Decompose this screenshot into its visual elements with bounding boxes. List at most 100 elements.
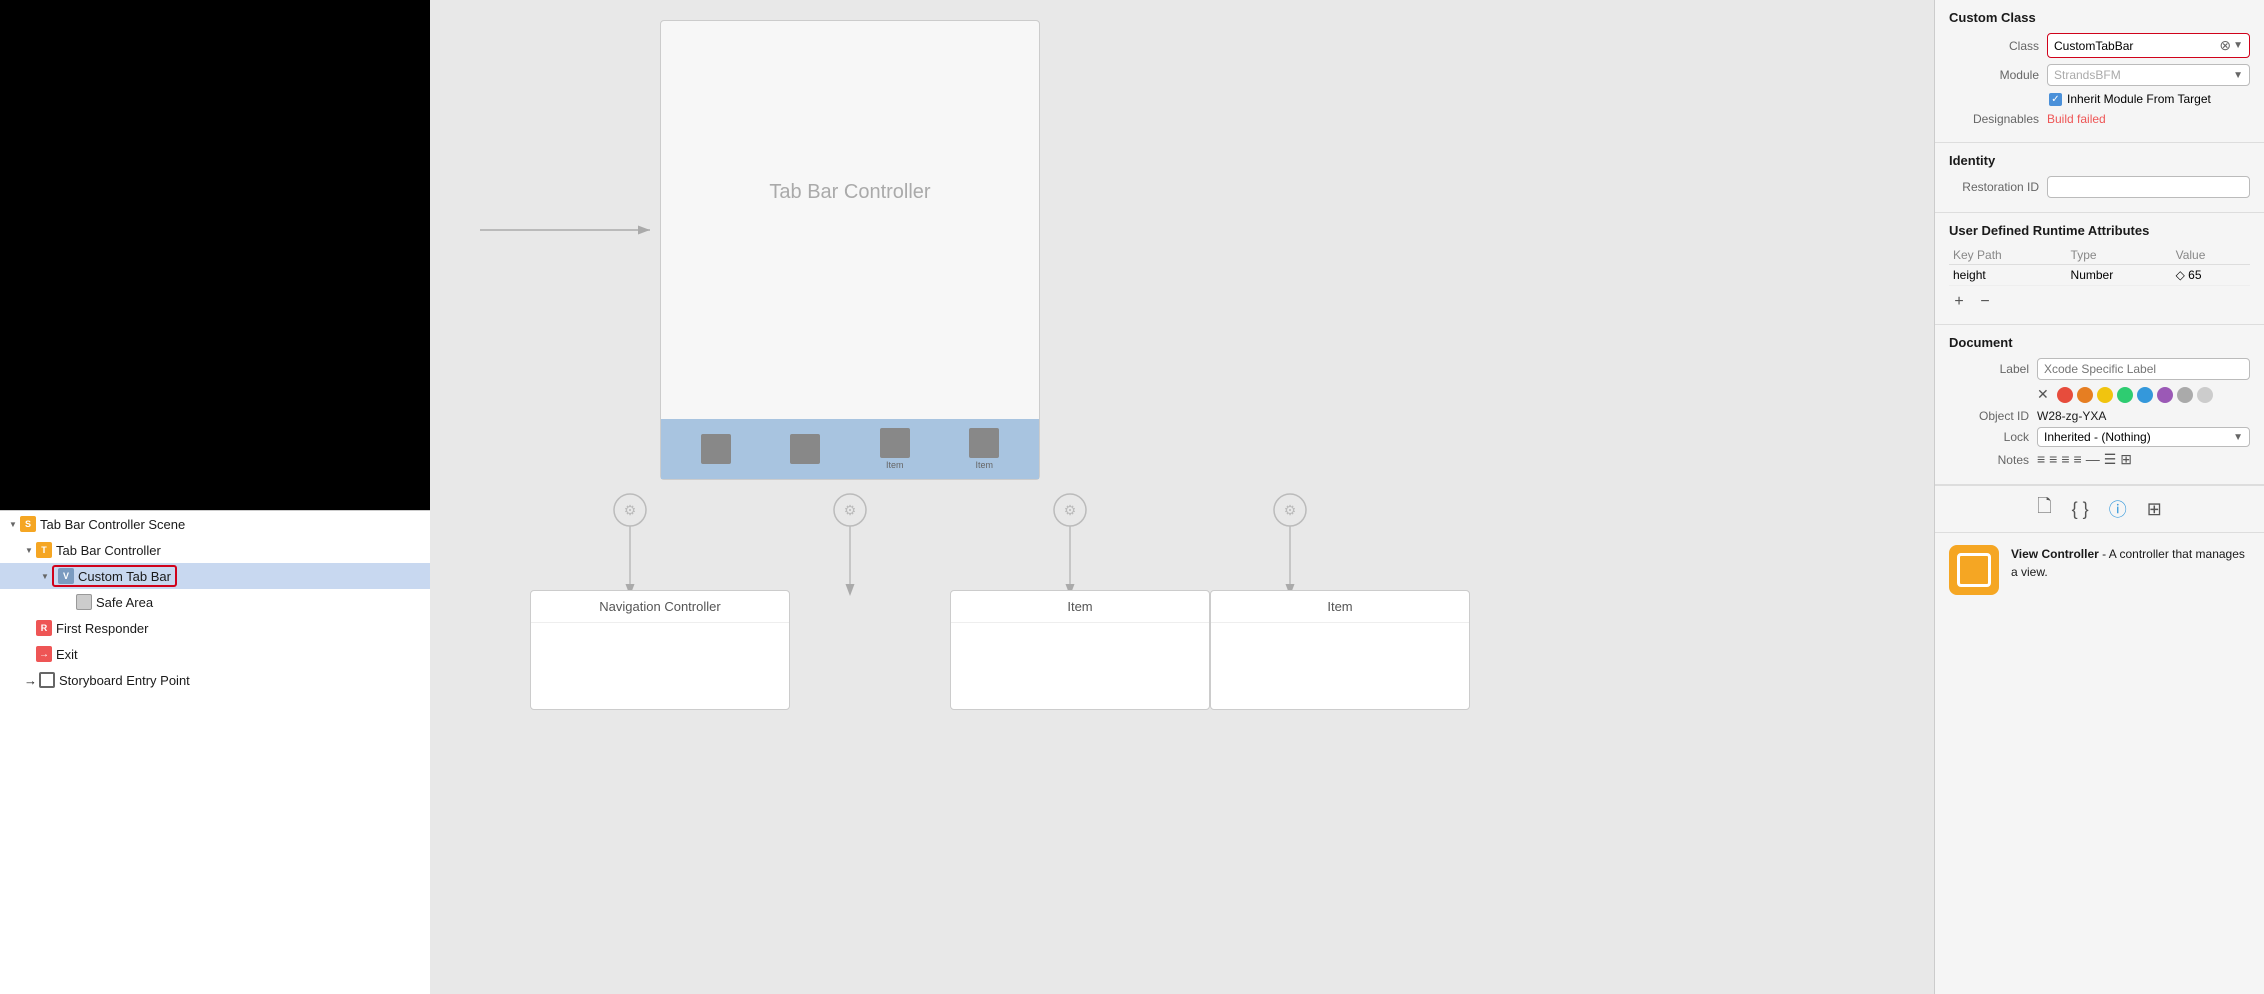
identity-section: Identity Restoration ID bbox=[1935, 143, 2264, 213]
color-orange[interactable] bbox=[2077, 387, 2093, 403]
outline-item-first-responder[interactable]: R First Responder bbox=[0, 615, 430, 641]
outline-item-entry-point[interactable]: → Storyboard Entry Point bbox=[0, 667, 430, 693]
code-icon[interactable]: { } bbox=[2072, 499, 2089, 520]
tab-label-4: Item bbox=[975, 460, 993, 470]
safe-area-icon bbox=[76, 594, 92, 610]
tabbar-label: Tab Bar Controller bbox=[56, 543, 161, 558]
identity-title: Identity bbox=[1949, 153, 2250, 168]
exit-icon: → bbox=[36, 646, 52, 662]
module-row: Module StrandsBFM ▼ bbox=[1949, 64, 2250, 86]
controller-box-item2: Item bbox=[1210, 590, 1470, 710]
label-lbl: Label bbox=[1949, 362, 2029, 376]
document-title: Document bbox=[1949, 335, 2250, 350]
custom-class-title: Custom Class bbox=[1949, 10, 2250, 25]
file-icon[interactable]: 🗋 bbox=[2037, 494, 2051, 524]
color-purple[interactable] bbox=[2157, 387, 2173, 403]
item2-controller-title: Item bbox=[1211, 591, 1469, 622]
tab-bar-controller-title: Tab Bar Controller bbox=[661, 21, 1039, 204]
attr-table: Key Path Type Value height Number ◇ 65 bbox=[1949, 246, 2250, 286]
doc-label-input[interactable] bbox=[2037, 358, 2250, 380]
svg-text:⚙: ⚙ bbox=[1284, 502, 1297, 518]
tab-label-3: Item bbox=[886, 460, 904, 470]
color-yellow[interactable] bbox=[2097, 387, 2113, 403]
attr-row-height: height Number ◇ 65 bbox=[1949, 265, 2250, 286]
outline-item-scene[interactable]: S Tab Bar Controller Scene bbox=[0, 511, 430, 537]
color-red[interactable] bbox=[2057, 387, 2073, 403]
outline-panel: S Tab Bar Controller Scene T Tab Bar Con… bbox=[0, 510, 430, 994]
outline-item-custom-tab-bar[interactable]: V Custom Tab Bar bbox=[0, 563, 430, 589]
tab-item-1 bbox=[701, 434, 731, 464]
triangle-responder bbox=[24, 623, 34, 633]
notes-row: Notes ≡ ≡ ≡ ≡ — ☰ ⊞ bbox=[1949, 451, 2250, 468]
class-clear-btn[interactable]: ⊗ bbox=[2219, 37, 2231, 54]
nav-controller-body bbox=[531, 622, 789, 709]
color-circles-row: ✕ bbox=[1949, 386, 2250, 403]
remove-attr-btn[interactable]: − bbox=[1975, 292, 1995, 312]
object-id-value: W28-zg-YXA bbox=[2037, 409, 2250, 423]
notes-align-center[interactable]: ≡ bbox=[2049, 451, 2057, 468]
right-panel: Custom Class Class CustomTabBar ⊗ ▼ Modu… bbox=[1934, 0, 2264, 994]
selected-outline-box: V Custom Tab Bar bbox=[52, 565, 177, 587]
svg-text:⚙: ⚙ bbox=[624, 502, 637, 518]
lock-value: Inherited - (Nothing) bbox=[2044, 430, 2151, 444]
triangle-exit bbox=[24, 649, 34, 659]
center-canvas: Tab Bar Controller Item Item ⚙ ⚙ bbox=[430, 0, 1934, 994]
triangle-scene bbox=[8, 519, 18, 529]
lock-dropdown-arrow[interactable]: ▼ bbox=[2233, 432, 2243, 443]
color-blue[interactable] bbox=[2137, 387, 2153, 403]
tab-bar: Item Item bbox=[661, 419, 1039, 479]
color-x-icon[interactable]: ✕ bbox=[2037, 386, 2049, 403]
grid-icon[interactable]: ⊞ bbox=[2147, 499, 2162, 520]
notes-align-right[interactable]: ≡ bbox=[2061, 451, 2069, 468]
item2-controller-body bbox=[1211, 622, 1469, 709]
color-green[interactable] bbox=[2117, 387, 2133, 403]
module-value: StrandsBFM bbox=[2054, 68, 2121, 82]
color-gray[interactable] bbox=[2177, 387, 2193, 403]
triangle-safe-area bbox=[64, 597, 74, 607]
runtime-attrs-title: User Defined Runtime Attributes bbox=[1949, 223, 2250, 238]
notes-list[interactable]: ☰ bbox=[2104, 451, 2117, 468]
module-dropdown-arrow[interactable]: ▼ bbox=[2233, 70, 2243, 81]
entry-point-icon bbox=[39, 672, 55, 688]
col-value: Value bbox=[2172, 246, 2250, 265]
tab-icon-4 bbox=[969, 428, 999, 458]
module-input[interactable]: StrandsBFM ▼ bbox=[2047, 64, 2250, 86]
view-controller-icon bbox=[1949, 545, 1999, 595]
tab-item-4: Item bbox=[969, 428, 999, 470]
item-controller-body bbox=[951, 622, 1209, 709]
notes-numbered-list[interactable]: ⊞ bbox=[2120, 451, 2132, 468]
canvas-preview bbox=[0, 0, 430, 510]
triangle-tabbar bbox=[24, 545, 34, 555]
tab-item-3: Item bbox=[880, 428, 910, 470]
notes-align-left[interactable]: ≡ bbox=[2037, 451, 2045, 468]
build-failed-value: Build failed bbox=[2047, 112, 2106, 126]
svg-text:⚙: ⚙ bbox=[1064, 502, 1077, 518]
custom-class-section: Custom Class Class CustomTabBar ⊗ ▼ Modu… bbox=[1935, 0, 2264, 143]
class-value: CustomTabBar bbox=[2054, 39, 2133, 53]
color-light-gray[interactable] bbox=[2197, 387, 2213, 403]
outline-item-tabbar[interactable]: T Tab Bar Controller bbox=[0, 537, 430, 563]
outline-item-exit[interactable]: → Exit bbox=[0, 641, 430, 667]
arrow-svg bbox=[480, 215, 660, 245]
add-attr-btn[interactable]: + bbox=[1949, 292, 1969, 312]
item-controller-title: Item bbox=[951, 591, 1209, 622]
object-id-label: Object ID bbox=[1949, 409, 2029, 423]
col-type: Type bbox=[2067, 246, 2172, 265]
inherit-checkbox[interactable] bbox=[2049, 93, 2062, 106]
class-stepper[interactable]: ⊗ ▼ bbox=[2219, 37, 2243, 54]
scene-icon: S bbox=[20, 516, 36, 532]
safe-area-label: Safe Area bbox=[96, 595, 153, 610]
restoration-id-input[interactable] bbox=[2047, 176, 2250, 198]
class-dropdown-arrow[interactable]: ▼ bbox=[2233, 40, 2243, 51]
class-input[interactable]: CustomTabBar ⊗ ▼ bbox=[2047, 33, 2250, 58]
inherit-label: Inherit Module From Target bbox=[2067, 92, 2211, 106]
info-icon[interactable]: ⓘ bbox=[2109, 496, 2127, 522]
class-label: Class bbox=[1949, 39, 2039, 53]
add-remove-row: + − bbox=[1949, 286, 2250, 314]
notes-align-justify[interactable]: ≡ bbox=[2074, 451, 2082, 468]
outline-item-safe-area[interactable]: Safe Area bbox=[0, 589, 430, 615]
notes-separator: — bbox=[2086, 451, 2100, 468]
responder-label: First Responder bbox=[56, 621, 148, 636]
document-section: Document Label ✕ Object ID W28-zg-YXA Lo… bbox=[1935, 325, 2264, 485]
lock-dropdown[interactable]: Inherited - (Nothing) ▼ bbox=[2037, 427, 2250, 447]
